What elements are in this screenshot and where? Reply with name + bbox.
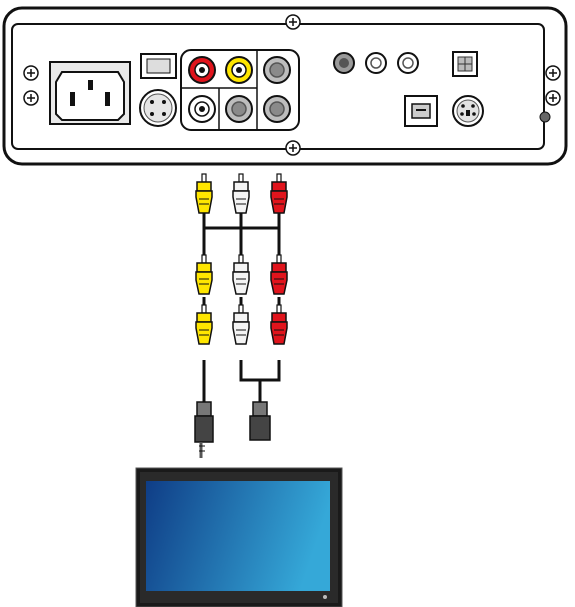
rca-red-jack-icon — [188, 56, 216, 84]
av-cable-assembly — [194, 173, 288, 458]
device-rear-panel — [2, 6, 568, 166]
rca-gray-jack-icon — [263, 95, 291, 123]
power-switch-icon — [140, 53, 177, 79]
red-rca-plug-icon — [270, 254, 288, 295]
tv-screen — [146, 481, 330, 591]
red-rca-plug-icon — [270, 173, 288, 214]
screw-icon — [545, 65, 561, 81]
square-port-icon — [452, 51, 478, 77]
cable-wire — [202, 360, 281, 402]
yellow-rca-plug-icon — [195, 173, 213, 214]
white-rca-plug-icon — [232, 304, 250, 345]
reset-hole-icon — [539, 111, 551, 123]
screw-icon — [285, 140, 301, 156]
optical-jack-icon — [365, 52, 387, 74]
tv-power-led — [323, 595, 327, 599]
yellow-rca-plug-icon — [195, 254, 213, 295]
rca-white-jack-icon — [188, 95, 216, 123]
audio-jack-connector-icon — [249, 401, 271, 441]
rca-yellow-jack-icon — [225, 56, 253, 84]
usb-b-port-icon — [404, 95, 438, 127]
cable-wire — [202, 210, 281, 258]
power-inlet-icon — [49, 61, 131, 125]
red-rca-plug-icon — [270, 304, 288, 345]
connection-diagram — [0, 0, 575, 607]
screw-icon — [23, 90, 39, 106]
rca-gray-jack-icon — [225, 95, 253, 123]
diagram-canvas — [2, 6, 568, 607]
screw-icon — [285, 14, 301, 30]
dc-4pin-icon — [139, 89, 177, 127]
rca-gray-jack-icon — [263, 56, 291, 84]
s-video-port-icon — [452, 95, 484, 127]
screw-icon — [23, 65, 39, 81]
video-jack-connector-icon — [194, 401, 214, 458]
white-rca-plug-icon — [232, 173, 250, 214]
screw-icon — [545, 90, 561, 106]
optical-jack-icon — [397, 52, 419, 74]
optical-jack-icon — [333, 52, 355, 74]
yellow-rca-plug-icon — [195, 304, 213, 345]
white-rca-plug-icon — [232, 254, 250, 295]
flat-screen-tv-icon — [135, 467, 343, 607]
